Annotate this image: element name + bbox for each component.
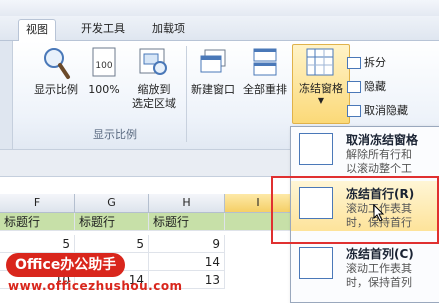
group-label-zoom: 显示比例 bbox=[93, 128, 137, 141]
mouse-cursor-icon bbox=[373, 204, 385, 222]
hide-button[interactable]: 隐藏 bbox=[347, 78, 386, 94]
highlight-frame bbox=[271, 176, 439, 244]
column-header-g[interactable]: G bbox=[75, 194, 149, 213]
menu-item-freeze-first-column-desc: 滚动工作表其 时，保持首列 bbox=[346, 262, 438, 290]
cell-title-g[interactable]: 标题行 bbox=[75, 213, 149, 231]
group-separator bbox=[186, 46, 187, 142]
zoom-selection-label-1: 缩放到 bbox=[137, 83, 171, 96]
zoom-selection-icon bbox=[139, 48, 167, 75]
menu-item-freeze-first-column[interactable]: 冻结首列(C) 滚动工作表其 时，保持首列 bbox=[291, 241, 439, 291]
menu-item-freeze-first-column-desc-1: 滚动工作表其 bbox=[346, 262, 412, 275]
unfreeze-icon bbox=[299, 133, 333, 165]
hide-icon bbox=[347, 81, 361, 93]
new-window-label: 新建窗口 bbox=[191, 83, 235, 96]
unhide-label: 取消隐藏 bbox=[364, 104, 408, 117]
zoom-selection-label-2: 选定区域 bbox=[132, 97, 176, 110]
cell-title-f[interactable]: 标题行 bbox=[0, 213, 75, 231]
menu-item-freeze-first-column-desc-2: 时，保持首列 bbox=[346, 276, 412, 289]
tab-view[interactable]: 视图 bbox=[18, 19, 56, 42]
column-header-h[interactable]: H bbox=[149, 194, 225, 213]
unhide-icon bbox=[347, 105, 361, 117]
freeze-panes-button[interactable]: 冻结窗格 ▼ bbox=[292, 44, 350, 124]
menu-item-freeze-first-column-title: 冻结首列(C) bbox=[346, 247, 414, 261]
cell-r1-h[interactable]: 9 bbox=[149, 235, 225, 253]
magnifier-icon bbox=[44, 48, 70, 79]
zoom-button-label: 显示比例 bbox=[34, 83, 78, 96]
zoom-to-selection-button[interactable]: 缩放到 选定区域 bbox=[126, 46, 182, 111]
zoom-100-button[interactable]: 100 100% bbox=[86, 46, 122, 97]
split-label: 拆分 bbox=[364, 56, 386, 69]
freeze-panes-label: 冻结窗格 bbox=[299, 82, 343, 95]
new-window-button[interactable]: 新建窗口 bbox=[188, 46, 238, 97]
tab-developer[interactable]: 开发工具 bbox=[74, 19, 132, 40]
menu-item-unfreeze-desc: 解除所有行和 以滚动整个工 bbox=[346, 148, 438, 176]
split-icon bbox=[347, 57, 361, 69]
arrange-all-icon bbox=[253, 48, 277, 76]
zoom-button[interactable]: 显示比例 bbox=[30, 46, 82, 97]
column-header-f[interactable]: F bbox=[0, 194, 75, 213]
hide-label: 隐藏 bbox=[364, 80, 386, 93]
cell-r2-h[interactable]: 14 bbox=[149, 253, 225, 271]
split-button[interactable]: 拆分 bbox=[347, 54, 386, 70]
page-100-icon: 100 bbox=[92, 47, 116, 77]
chevron-down-icon: ▼ bbox=[317, 96, 325, 105]
freeze-panes-icon bbox=[306, 48, 334, 76]
cell-title-h[interactable]: 标题行 bbox=[149, 213, 225, 231]
zoom-100-label: 100% bbox=[88, 83, 120, 96]
menu-item-unfreeze-desc-1: 解除所有行和 bbox=[346, 148, 412, 161]
svg-text:100: 100 bbox=[95, 61, 112, 71]
title-bar bbox=[0, 0, 439, 16]
ribbon-tab-bar: 视图 开发工具 加载项 bbox=[0, 16, 439, 42]
watermark-url: www.officezhushou.com bbox=[8, 279, 183, 293]
cell-r1-g[interactable]: 5 bbox=[75, 235, 149, 253]
menu-item-unfreeze[interactable]: 取消冻结窗格 解除所有行和 以滚动整个工 bbox=[291, 127, 439, 177]
cell-r1-f[interactable]: 5 bbox=[0, 235, 75, 253]
arrange-all-button[interactable]: 全部重排 bbox=[240, 46, 290, 97]
menu-item-unfreeze-desc-2: 以滚动整个工 bbox=[346, 162, 412, 175]
formula-bar[interactable] bbox=[0, 176, 292, 196]
new-window-icon bbox=[200, 49, 226, 73]
brand-badge: Office办公助手 bbox=[6, 253, 126, 277]
menu-item-unfreeze-title: 取消冻结窗格 bbox=[346, 133, 419, 147]
arrange-all-label: 全部重排 bbox=[243, 83, 287, 96]
ribbon-left-strip bbox=[0, 41, 13, 149]
unhide-button[interactable]: 取消隐藏 bbox=[347, 102, 408, 118]
freeze-first-column-icon bbox=[299, 247, 333, 279]
tab-addins[interactable]: 加载项 bbox=[145, 19, 192, 40]
